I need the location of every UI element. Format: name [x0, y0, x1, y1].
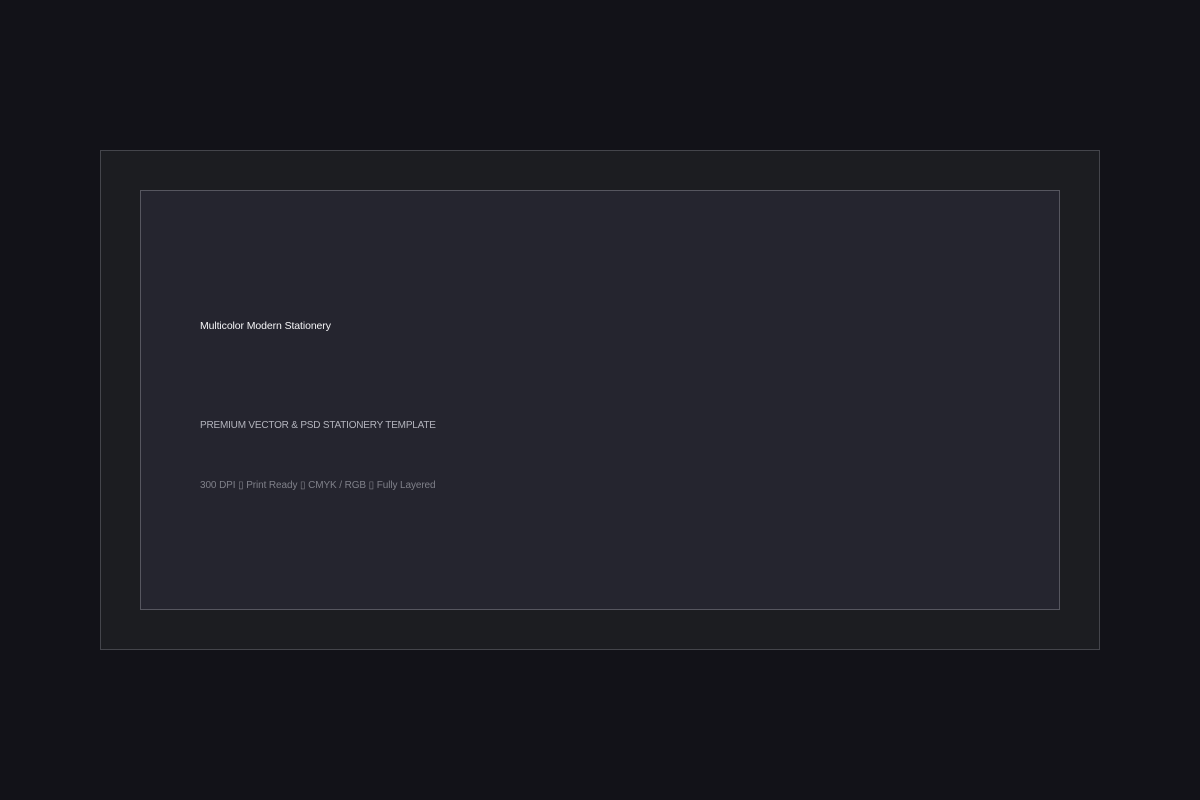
product-title: Multicolor Modern Stationery [200, 320, 331, 332]
product-subtitle: PREMIUM VECTOR & PSD STATIONERY TEMPLATE [200, 420, 436, 431]
product-specs: 300 DPI ▯ Print Ready ▯ CMYK / RGB ▯ Ful… [200, 480, 436, 491]
preview-panel: Multicolor Modern Stationery PREMIUM VEC… [140, 190, 1060, 610]
outer-frame: Multicolor Modern Stationery PREMIUM VEC… [100, 150, 1100, 650]
